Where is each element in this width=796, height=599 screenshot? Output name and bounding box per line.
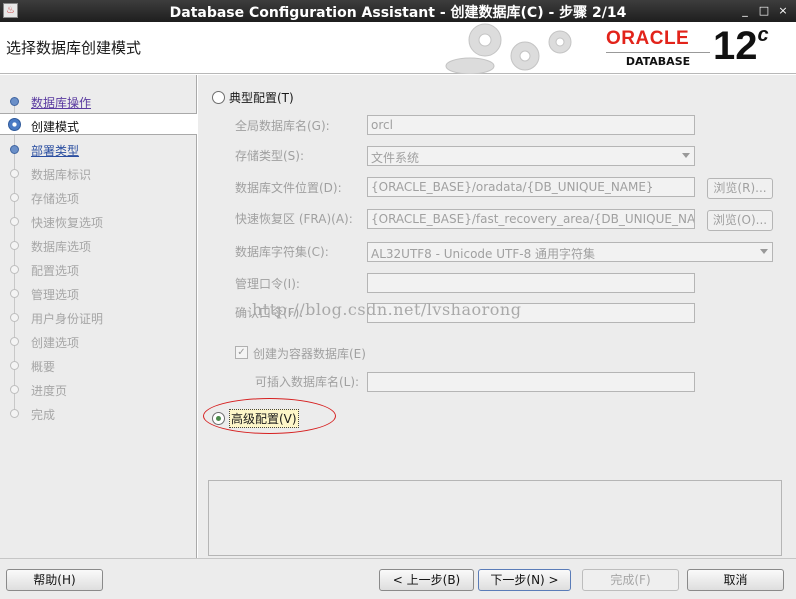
step-dot-icon	[10, 97, 19, 106]
step-label: 创建模式	[31, 120, 80, 134]
db-file-location-input[interactable]: {ORACLE_BASE}/oradata/{DB_UNIQUE_NAME}	[367, 177, 695, 197]
step-label: 配置选项	[31, 264, 80, 278]
step-creation-options: 创建选项	[0, 330, 197, 352]
step-config-options: 配置选项	[0, 258, 197, 280]
minimize-icon[interactable]: _	[737, 3, 753, 19]
window-title: Database Configuration Assistant - 创建数据库…	[169, 5, 627, 21]
step-label: 用户身份证明	[31, 312, 104, 326]
version-number: 12	[713, 24, 758, 68]
typical-config-label: 典型配置(T)	[229, 90, 294, 105]
steps-sidebar: 数据库操作 创建模式 部署类型 数据库标识 存储选项 快速恢复选项 数据库选项 …	[0, 75, 197, 558]
step-progress: 进度页	[0, 378, 197, 400]
close-icon[interactable]: ×	[775, 3, 791, 19]
step-storage-options: 存储选项	[0, 186, 197, 208]
step-creation-mode[interactable]: 创建模式	[0, 113, 197, 135]
wizard-header: 选择数据库创建模式 ORACLE DATABASE 12c	[0, 22, 796, 74]
chevron-down-icon	[760, 249, 768, 254]
typical-config-option[interactable]: 典型配置(T)	[212, 87, 294, 107]
step-current-icon	[8, 118, 21, 131]
step-dot-icon	[10, 145, 19, 154]
storage-type-label: 存储类型(S):	[235, 149, 305, 163]
step-database-options: 数据库选项	[0, 234, 197, 256]
cancel-button[interactable]: 取消	[687, 569, 784, 591]
container-db-label: 创建为容器数据库(E)	[253, 347, 366, 361]
step-dot-icon	[10, 265, 19, 274]
step-dot-icon	[10, 361, 19, 370]
step-label: 数据库选项	[31, 240, 92, 254]
fra-label: 快速恢复区 (FRA)(A):	[235, 212, 353, 226]
step-label: 快速恢复选项	[31, 216, 104, 230]
step-dot-icon	[10, 241, 19, 250]
version-logo: 12c	[713, 24, 769, 69]
step-dot-icon	[10, 289, 19, 298]
step-database-operation[interactable]: 数据库操作	[0, 90, 197, 112]
help-button[interactable]: 帮助(H)	[6, 569, 103, 591]
admin-password-input[interactable]	[367, 273, 695, 293]
chevron-down-icon	[682, 153, 690, 158]
pdb-name-label: 可插入数据库名(L):	[255, 375, 360, 389]
step-user-credentials: 用户身份证明	[0, 306, 197, 328]
description-panel	[208, 480, 782, 556]
step-dot-icon	[10, 313, 19, 322]
global-db-name-label: 全局数据库名(G):	[235, 119, 330, 133]
step-label: 进度页	[31, 384, 68, 398]
advanced-config-option[interactable]: 高级配置(V)	[212, 408, 299, 428]
charset-label: 数据库字符集(C):	[235, 245, 329, 259]
fra-input[interactable]: {ORACLE_BASE}/fast_recovery_area/{DB_UNI…	[367, 209, 695, 229]
step-management-options: 管理选项	[0, 282, 197, 304]
page-title: 选择数据库创建模式	[6, 39, 142, 57]
step-deployment-type[interactable]: 部署类型	[0, 138, 197, 160]
window-titlebar: ♨ Database Configuration Assistant - 创建数…	[0, 0, 796, 22]
browse-db-location-button[interactable]: 浏览(R)...	[707, 178, 773, 199]
back-button[interactable]: < 上一步(B)	[379, 569, 474, 591]
step-label: 管理选项	[31, 288, 80, 302]
step-dot-icon	[10, 193, 19, 202]
pdb-name-input[interactable]	[367, 372, 695, 392]
admin-password-label: 管理口令(I):	[235, 277, 300, 291]
step-label: 存储选项	[31, 192, 80, 206]
maximize-icon[interactable]: □	[756, 3, 772, 19]
step-db-identification: 数据库标识	[0, 162, 197, 184]
step-label: 数据库标识	[31, 168, 92, 182]
wizard-footer: 帮助(H) < 上一步(B) 下一步(N) > 完成(F) 取消	[0, 558, 796, 599]
step-summary: 概要	[0, 354, 197, 376]
step-label: 部署类型	[31, 144, 80, 158]
storage-type-value: 文件系统	[371, 151, 420, 165]
oracle-database-text: DATABASE	[606, 52, 710, 68]
step-label: 创建选项	[31, 336, 80, 350]
gears-graphic-icon	[445, 23, 572, 74]
charset-select[interactable]: AL32UTF8 - Unicode UTF-8 通用字符集	[367, 242, 773, 262]
typical-config-radio[interactable]	[212, 90, 225, 104]
step-label: 完成	[31, 408, 56, 422]
oracle-brand-text: ORACLE	[606, 28, 690, 49]
next-button[interactable]: 下一步(N) >	[478, 569, 571, 591]
step-dot-icon	[10, 409, 19, 418]
db-file-location-label: 数据库文件位置(D):	[235, 181, 342, 195]
step-dot-icon	[10, 217, 19, 226]
step-finish: 完成	[0, 402, 197, 424]
charset-value: AL32UTF8 - Unicode UTF-8 通用字符集	[371, 247, 596, 261]
container-db-checkbox[interactable]: ✓	[235, 346, 248, 359]
finish-button[interactable]: 完成(F)	[582, 569, 679, 591]
version-suffix: c	[757, 23, 769, 46]
browse-fra-button[interactable]: 浏览(O)...	[707, 210, 773, 231]
oracle-logo: ORACLE DATABASE	[606, 28, 710, 68]
storage-type-select[interactable]: 文件系统	[367, 146, 695, 166]
advanced-config-label: 高级配置(V)	[229, 408, 299, 428]
global-db-name-input[interactable]: orcl	[367, 115, 695, 135]
step-label: 数据库操作	[31, 96, 92, 110]
step-dot-icon	[10, 385, 19, 394]
step-fast-recovery: 快速恢复选项	[0, 210, 197, 232]
watermark-text: http://blog.csdn.net/lvshaorong	[252, 300, 522, 319]
step-label: 概要	[31, 360, 56, 374]
step-dot-icon	[10, 337, 19, 346]
advanced-config-radio[interactable]	[212, 411, 225, 425]
step-dot-icon	[10, 169, 19, 178]
